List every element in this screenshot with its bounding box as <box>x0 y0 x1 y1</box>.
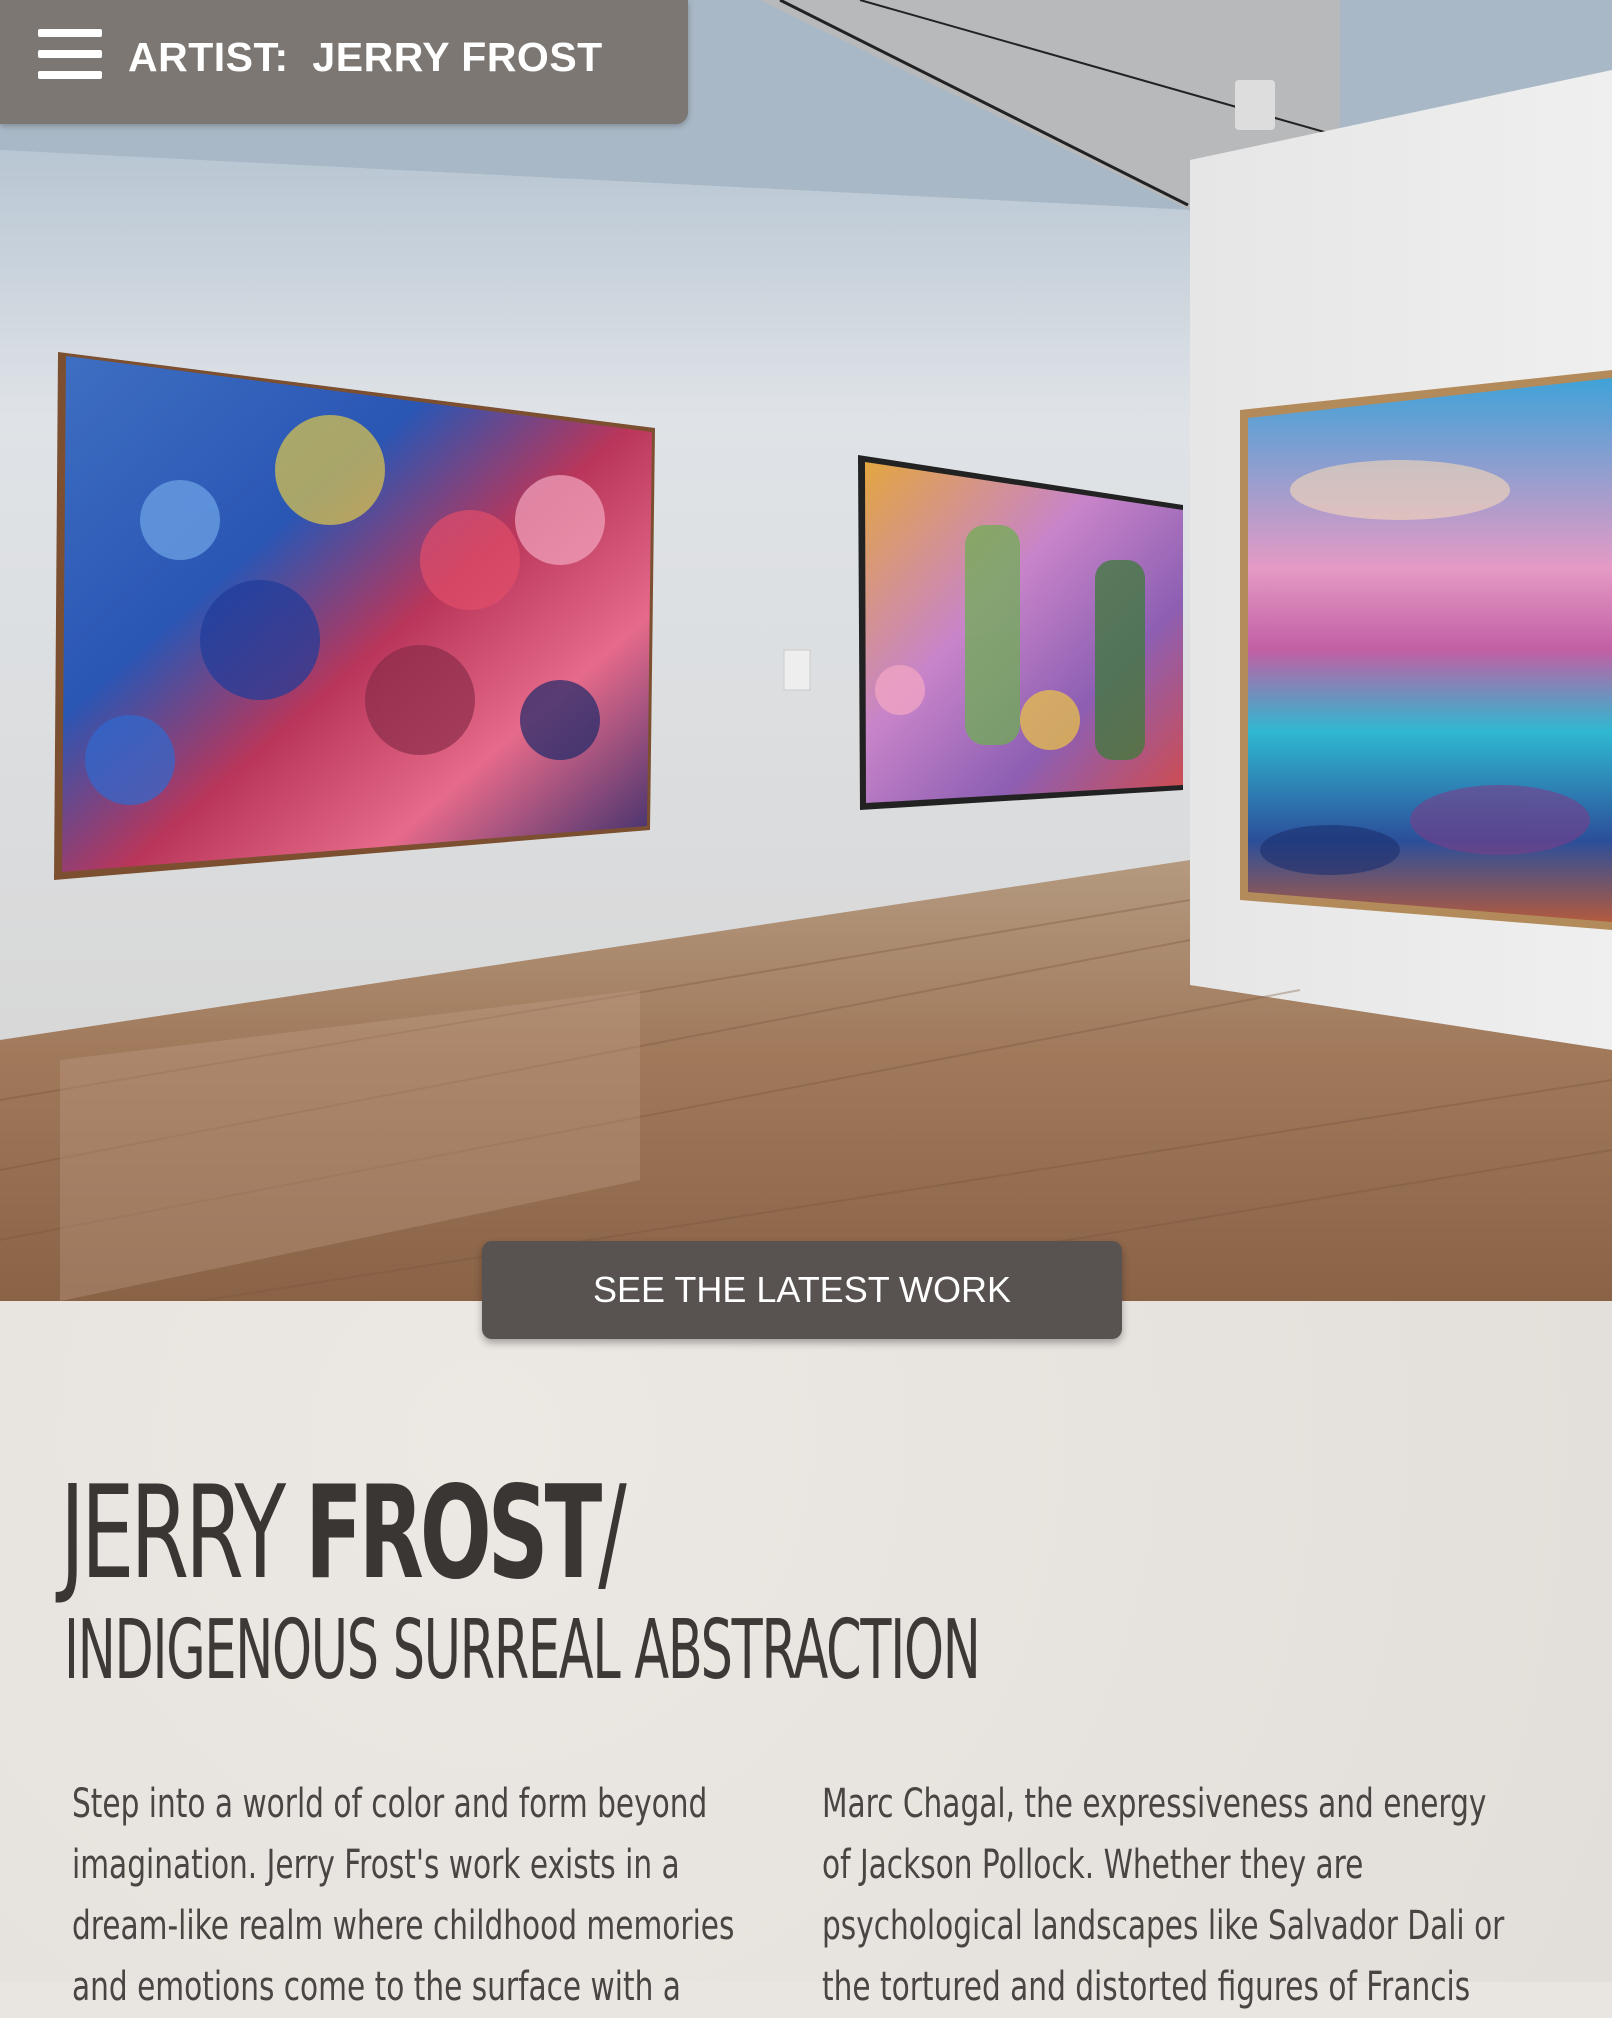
text-line: psychological landscapes like Salvador D… <box>822 1903 1505 1949</box>
artist-title: ARTIST: JERRY FROST <box>128 34 603 80</box>
menu-line <box>38 29 102 37</box>
gallery-hero-image <box>0 0 1612 1301</box>
menu-line <box>38 71 102 79</box>
art-style-subtitle: INDIGENOUS SURREAL ABSTRACTION <box>64 1603 981 1698</box>
text-line: dream-like realm where childhood memorie… <box>72 1903 735 1949</box>
artist-first-name: JERRY <box>60 1459 305 1608</box>
text-line: the tortured and distorted figures of Fr… <box>822 1964 1471 2010</box>
see-latest-work-button[interactable]: SEE THE LATEST WORK <box>482 1241 1122 1339</box>
text-line: Step into a world of color and form beyo… <box>72 1781 708 1827</box>
hamburger-menu-icon[interactable] <box>38 29 102 79</box>
heading-slash: / <box>598 1459 626 1608</box>
artist-last-name: FROST <box>304 1459 602 1608</box>
top-header-bar: ARTIST: JERRY FROST <box>0 0 688 124</box>
menu-line <box>38 50 102 58</box>
painting-left <box>54 352 655 880</box>
text-line: Marc Chagal, the expressiveness and ener… <box>822 1781 1487 1827</box>
painting-right <box>1240 370 1612 930</box>
gallery-illustration <box>0 0 1612 1301</box>
text-line: of Jackson Pollock. Whether they are <box>822 1842 1364 1888</box>
artist-name-heading: JERRY FROST/ <box>60 1470 627 1598</box>
intro-column-left: Step into a world of color and form beyo… <box>72 1774 812 2018</box>
intro-column-right: Marc Chagal, the expressiveness and ener… <box>822 1774 1562 2018</box>
text-line: and emotions come to the surface with a <box>72 1964 681 2010</box>
painting-center <box>858 455 1183 810</box>
text-line: imagination. Jerry Frost's work exists i… <box>72 1842 680 1888</box>
